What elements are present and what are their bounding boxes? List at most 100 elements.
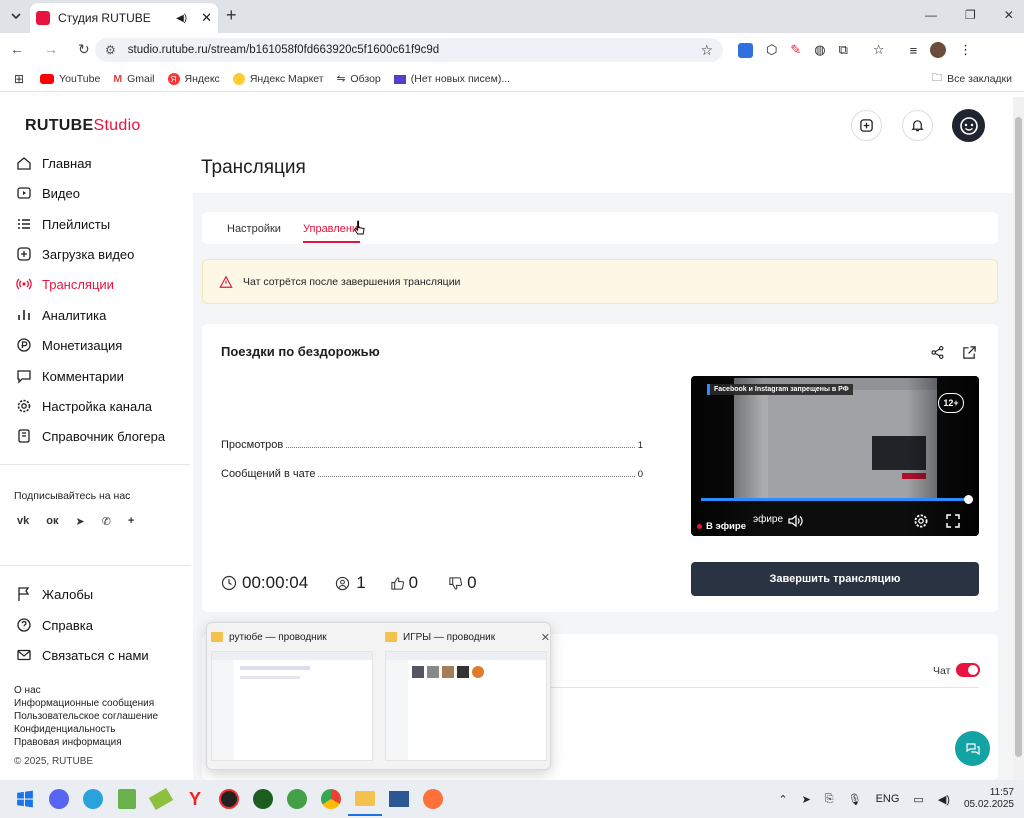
vk-icon[interactable]: vk xyxy=(17,515,29,528)
reading-list-icon[interactable]: ☆ xyxy=(873,42,885,58)
media-icon[interactable]: ≡ xyxy=(910,43,918,58)
apps-grid-icon[interactable]: ⊞ xyxy=(14,72,24,86)
bookmark-yandex[interactable]: Я Яндекс xyxy=(167,73,220,85)
nav-help[interactable]: Справка xyxy=(16,611,93,639)
new-tab-button[interactable]: + xyxy=(226,5,237,26)
maximize-icon[interactable]: ❐ xyxy=(965,8,976,22)
preview-window-1[interactable]: рутюбе — проводник xyxy=(211,629,376,767)
reload-icon[interactable]: ↻ xyxy=(78,41,90,58)
taskbar-explorer-icon[interactable] xyxy=(348,782,382,816)
sidebar-divider xyxy=(0,464,190,465)
user-avatar[interactable] xyxy=(952,109,985,142)
mute-tab-icon[interactable]: ◀) xyxy=(176,13,187,24)
extension-icon-1[interactable] xyxy=(738,42,753,58)
footer-info-messages[interactable]: Информационные сообщения xyxy=(14,698,154,709)
video-progress-handle[interactable] xyxy=(964,495,973,504)
taskbar-chrome-icon[interactable] xyxy=(314,782,348,816)
close-preview-icon[interactable]: ✕ xyxy=(541,631,550,644)
video-progress-track[interactable] xyxy=(701,498,969,501)
bookmark-obzor[interactable]: ⇋ Обзор xyxy=(337,73,381,85)
tray-network-icon[interactable]: ▭ xyxy=(913,793,923,806)
taskbar-firefox-icon[interactable] xyxy=(416,782,450,816)
nav-home[interactable]: Главная xyxy=(16,149,91,177)
taskbar-yandex-icon[interactable]: Y xyxy=(178,782,212,816)
footer-about[interactable]: О нас xyxy=(14,685,41,696)
fullscreen-icon[interactable] xyxy=(945,513,961,529)
tab-settings[interactable]: Настройки xyxy=(227,223,281,235)
taskbar-notepad-icon[interactable] xyxy=(110,782,144,816)
nav-comments[interactable]: Комментарии xyxy=(16,362,124,390)
back-icon[interactable]: ← xyxy=(10,41,24,58)
forward-icon[interactable]: → xyxy=(44,41,58,58)
footer-legal[interactable]: Правовая информация xyxy=(14,737,122,748)
profile-avatar[interactable] xyxy=(930,42,947,58)
close-tab-icon[interactable]: ✕ xyxy=(201,10,212,26)
video-player[interactable]: Facebook и Instagram запрещены в РФ 12+ … xyxy=(691,376,979,536)
scrollbar-thumb[interactable] xyxy=(1015,117,1022,757)
bookmark-gmail[interactable]: M Gmail xyxy=(113,73,154,85)
tray-telegram-icon[interactable]: ➤ xyxy=(802,793,811,806)
tab-management[interactable]: Управление xyxy=(303,223,360,243)
bookmark-star-icon[interactable]: ☆ xyxy=(700,42,713,59)
footer-terms[interactable]: Пользовательское соглашение xyxy=(14,711,158,722)
extensions-puzzle-icon[interactable]: ⧉ xyxy=(839,42,848,58)
nav-complaints[interactable]: Жалобы xyxy=(16,580,93,608)
nav-contact[interactable]: Связаться с нами xyxy=(16,641,149,669)
player-settings-icon[interactable] xyxy=(913,513,929,529)
share-icon[interactable] xyxy=(930,345,945,360)
tray-mic-icon[interactable]: 🎙 xyxy=(848,793,862,806)
footer-privacy[interactable]: Конфиденциальность xyxy=(14,724,115,735)
all-bookmarks[interactable]: 🗀 Все закладки xyxy=(932,70,1012,88)
chat-toggle[interactable] xyxy=(956,663,980,677)
site-info-icon[interactable]: ⚙ xyxy=(105,43,116,57)
language-indicator[interactable]: ENG xyxy=(876,793,900,805)
bookmark-mail[interactable]: (Нет новых писем)... xyxy=(393,73,510,85)
page-scrollbar[interactable] xyxy=(1013,97,1024,780)
nav-video[interactable]: Видео xyxy=(16,179,80,207)
browser-tab[interactable]: Студия RUTUBE ◀) ✕ xyxy=(30,3,218,33)
tray-volume-icon[interactable]: ◀) xyxy=(938,793,950,806)
viber-icon[interactable]: ✆ xyxy=(102,515,111,528)
end-stream-button[interactable]: Завершить трансляцию xyxy=(691,562,979,596)
upload-button[interactable] xyxy=(851,110,882,141)
start-button[interactable] xyxy=(8,782,42,816)
extension-icon-2[interactable]: ⬡ xyxy=(766,42,777,58)
taskbar-app2-icon[interactable] xyxy=(382,782,416,816)
taskbar-tool-icon[interactable] xyxy=(144,782,178,816)
bookmark-yandex-market[interactable]: Яндекс Маркет xyxy=(232,73,324,85)
rutube-studio-logo[interactable]: RUTUBEStudio xyxy=(25,117,141,135)
nav-upload[interactable]: Загрузка видео xyxy=(16,240,134,268)
nav-streams[interactable]: Трансляции xyxy=(16,270,114,298)
odnoklassniki-icon[interactable]: ок xyxy=(46,515,58,528)
tab-list-button[interactable] xyxy=(8,8,24,24)
open-external-icon[interactable] xyxy=(962,345,977,360)
nav-analytics[interactable]: Аналитика xyxy=(16,301,106,329)
bookmark-youtube[interactable]: YouTube xyxy=(40,73,100,85)
url-bar[interactable]: ⚙ studio.rutube.ru/stream/b161058f0fd663… xyxy=(95,38,723,62)
taskbar-discord-icon[interactable] xyxy=(42,782,76,816)
video-icon xyxy=(17,187,31,199)
nav-playlists[interactable]: Плейлисты xyxy=(16,210,110,238)
extension-icon-3[interactable]: ✎ xyxy=(790,42,801,58)
extension-icon-4[interactable]: ◍ xyxy=(814,42,825,58)
preview-window-2[interactable]: ИГРЫ — проводник ✕ xyxy=(385,629,550,767)
support-chat-button[interactable] xyxy=(955,731,990,766)
browser-menu-icon[interactable]: ⋮ xyxy=(959,42,972,58)
telegram-icon[interactable]: ➤ xyxy=(75,515,84,528)
taskbar-utorrent2-icon[interactable] xyxy=(280,782,314,816)
notifications-button[interactable] xyxy=(902,110,933,141)
taskbar-app-icon[interactable] xyxy=(212,782,246,816)
tray-overflow-icon[interactable]: ⌃ xyxy=(778,793,787,806)
more-social-icon[interactable]: + xyxy=(128,515,134,528)
close-window-icon[interactable]: ✕ xyxy=(1004,8,1014,22)
nav-monetization[interactable]: Монетизация xyxy=(16,331,122,359)
nav-channel-settings[interactable]: Настройка канала xyxy=(16,392,152,420)
tray-usb-icon[interactable]: ⎘ xyxy=(825,793,834,806)
volume-icon[interactable] xyxy=(787,513,803,529)
nav-blogger-guide[interactable]: Справочник блогера xyxy=(16,422,165,450)
clock[interactable]: 11:57 05.02.2025 xyxy=(964,787,1014,811)
taskbar-utorrent-icon[interactable] xyxy=(246,782,280,816)
taskbar-telegram-icon[interactable] xyxy=(76,782,110,816)
analytics-icon xyxy=(18,310,30,320)
minimize-icon[interactable]: — xyxy=(925,8,937,22)
